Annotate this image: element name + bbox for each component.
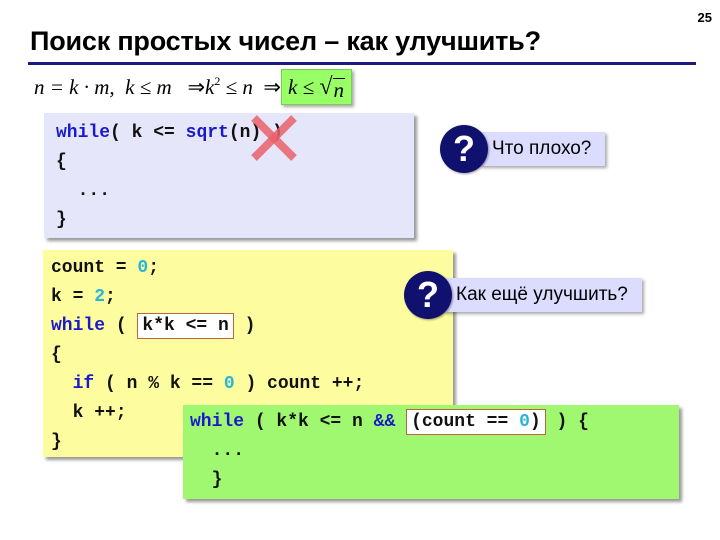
question-label: Как ещё улучшить? [444, 278, 642, 312]
formula-result-highlight: k ≤ √ n [281, 69, 353, 105]
question-callout-improve: ? Как ещё улучшить? [404, 271, 642, 319]
sqrt-function: sqrt [185, 123, 229, 143]
count-condition-highlight: (count == 0) [406, 409, 546, 435]
question-callout-what-bad: ? Что плохо? [440, 125, 606, 173]
formula-squared: k2 ≤ n [205, 74, 253, 99]
radical-icon: √ [319, 73, 333, 100]
formula-definition: n = k · m, [34, 74, 115, 99]
code-block-sqrt-loop: while( k <= sqrt(n) ) { ... } [44, 113, 414, 238]
formula-condition: k ≤ m [125, 74, 172, 99]
title-divider [28, 62, 696, 65]
implies-arrow-icon: ⇒ [263, 74, 282, 99]
question-label: Что плохо? [480, 132, 606, 166]
slide-title: Поиск простых чисел – как улучшить? [30, 26, 541, 56]
loop-condition-highlight: k*k <= n [137, 313, 234, 339]
page-number: 25 [697, 10, 712, 25]
code-block-improved-loop: while ( k*k <= n && (count == 0) ) { ...… [183, 405, 679, 499]
question-icon: ? [404, 271, 452, 319]
sqrt-expression: √ n [319, 73, 346, 102]
implies-arrow-icon: ⇒ [187, 74, 206, 99]
question-icon: ? [440, 125, 488, 173]
math-formula: n = k · m, k ≤ m ⇒ k2 ≤ n ⇒ k ≤ √ n [34, 69, 353, 105]
cross-out-icon [251, 115, 297, 161]
